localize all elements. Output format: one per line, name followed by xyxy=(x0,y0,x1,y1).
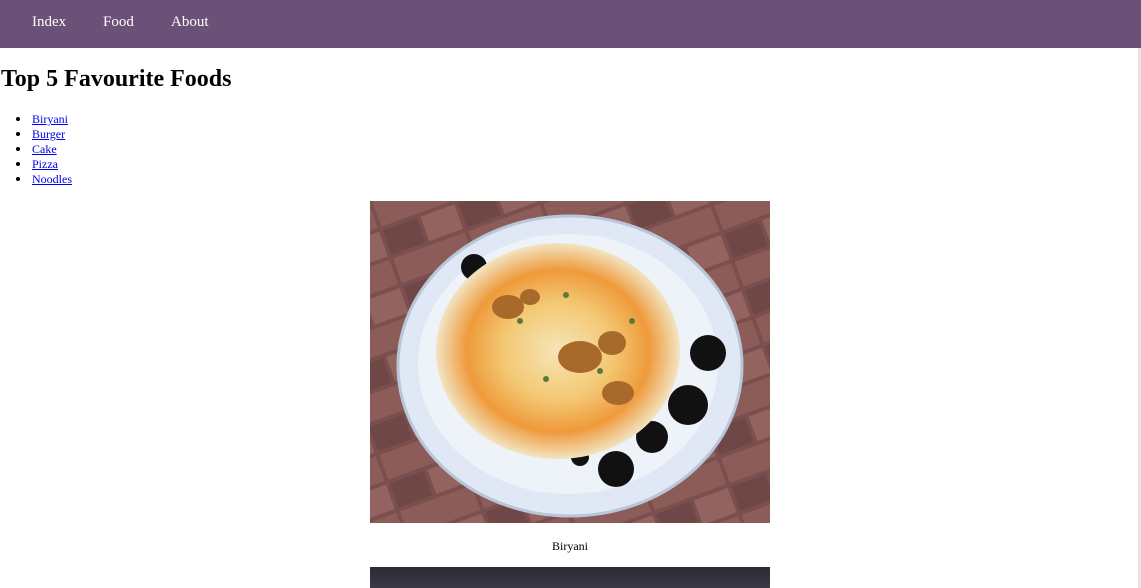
bullet-icon xyxy=(16,132,20,136)
list-item: Pizza xyxy=(0,157,72,172)
list-item: Biryani xyxy=(0,112,72,127)
food-link-burger[interactable]: Burger xyxy=(32,127,65,141)
bullet-icon xyxy=(16,147,20,151)
biryani-image xyxy=(370,201,770,523)
nav-food-link[interactable]: Food xyxy=(103,14,134,31)
next-food-image xyxy=(370,567,770,588)
list-item: Noodles xyxy=(0,172,72,187)
bullet-icon xyxy=(16,177,20,181)
top-navbar: Index Food About xyxy=(0,0,1141,48)
biryani-plate-illustration xyxy=(370,201,770,523)
food-link-pizza[interactable]: Pizza xyxy=(32,157,58,171)
page-title: Top 5 Favourite Foods xyxy=(1,66,232,92)
bullet-icon xyxy=(16,162,20,166)
food-link-cake[interactable]: Cake xyxy=(32,142,57,156)
image-caption: Biryani xyxy=(552,539,588,553)
food-link-biryani[interactable]: Biryani xyxy=(32,112,68,126)
list-item: Cake xyxy=(0,142,72,157)
food-list: Biryani Burger Cake Pizza Noodles xyxy=(0,112,72,187)
list-item: Burger xyxy=(0,127,72,142)
bullet-icon xyxy=(16,117,20,121)
nav-index-link[interactable]: Index xyxy=(32,14,66,31)
nav-about-link[interactable]: About xyxy=(171,14,209,31)
food-link-noodles[interactable]: Noodles xyxy=(32,172,72,186)
